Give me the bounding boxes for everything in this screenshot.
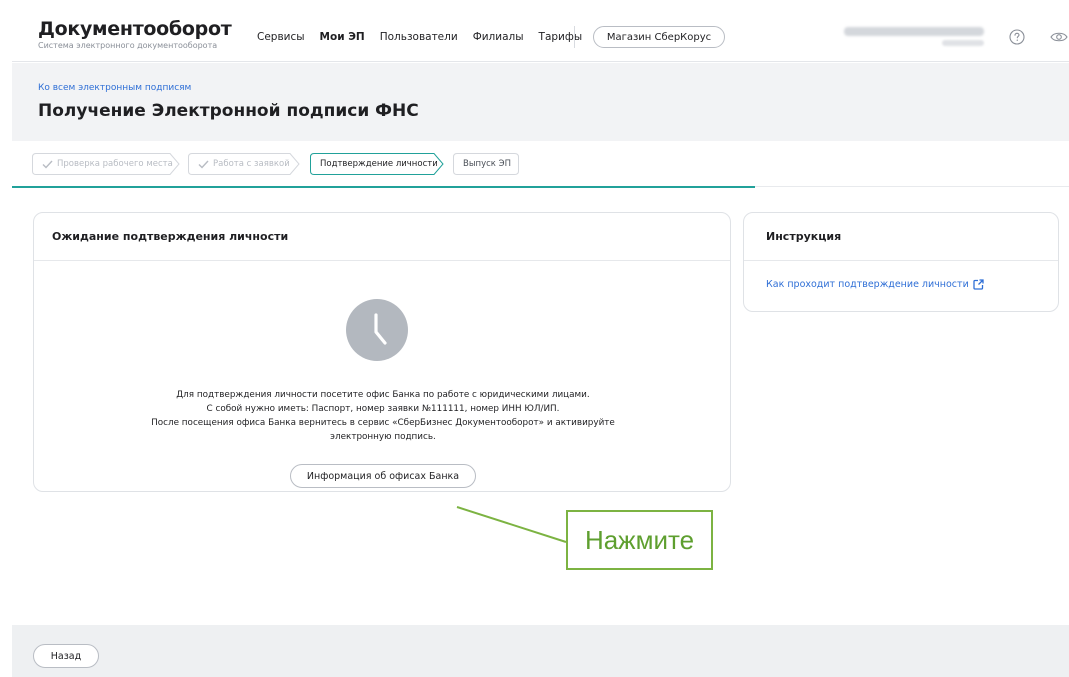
nav-item-services[interactable]: Сервисы (257, 31, 305, 43)
logo-subtitle: Система электронного документооборота (38, 41, 218, 50)
shop-button[interactable]: Магазин СберКорус (593, 26, 725, 48)
step-workplace-check[interactable]: Проверка рабочего места (32, 153, 180, 175)
card-title: Инструкция (744, 213, 1058, 261)
check-icon (198, 160, 209, 169)
nav-divider (574, 26, 575, 48)
message-line: электронную подпись. (330, 432, 436, 442)
window-top-margin (0, 0, 1069, 12)
logo-title: Документооборот (38, 18, 232, 40)
annotation-pointer-line (456, 506, 567, 543)
logo[interactable]: Документооборот Система электронного док… (38, 18, 232, 50)
external-link-icon (973, 279, 984, 290)
nav-item-tariffs[interactable]: Тарифы (539, 31, 583, 43)
question-circle-icon[interactable] (1009, 29, 1025, 45)
step-signature-issue[interactable]: Выпуск ЭП (453, 153, 519, 175)
eye-icon[interactable] (1050, 31, 1068, 43)
step-label: Подтверждение личности (320, 159, 438, 169)
step-application[interactable]: Работа с заявкой (188, 153, 300, 175)
stepper-progress-line (12, 186, 755, 188)
page-title-band: Ко всем электронным подписям Получение Э… (12, 63, 1069, 141)
message-line: С собой нужно иметь: Паспорт, номер заяв… (206, 404, 560, 414)
step-identity-confirmation[interactable]: Подтверждение личности (310, 153, 444, 175)
message-line: После посещения офиса Банка вернитесь в … (151, 418, 615, 428)
link-label: Как проходит подтверждение личности (766, 279, 969, 290)
page-title: Получение Электронной подписи ФНС (38, 101, 419, 121)
message-line: Для подтверждения личности посетите офис… (176, 390, 590, 400)
user-inn-blurred (942, 40, 984, 46)
identity-waiting-card: Ожидание подтверждения личности Для подт… (33, 212, 731, 492)
user-name-blurred[interactable] (844, 27, 984, 36)
nav-item-users[interactable]: Пользователи (380, 31, 458, 43)
bank-offices-info-button[interactable]: Информация об офисах Банка (290, 464, 476, 488)
stepper-divider (755, 186, 1069, 187)
main-nav: Сервисы Мои ЭП Пользователи Филиалы Тари… (257, 31, 582, 43)
card-title: Ожидание подтверждения личности (34, 213, 730, 261)
nav-item-branches[interactable]: Филиалы (473, 31, 524, 43)
check-icon (42, 160, 53, 169)
instruction-message: Для подтверждения личности посетите офис… (34, 388, 732, 444)
page-footer: Назад (12, 625, 1069, 677)
identity-instruction-link[interactable]: Как проходит подтверждение личности (766, 279, 984, 290)
back-to-signatures-link[interactable]: Ко всем электронным подписям (38, 83, 191, 93)
clock-icon (346, 299, 408, 361)
instruction-card: Инструкция Как проходит подтверждение ли… (743, 212, 1059, 312)
annotation-callout: Нажмите (566, 510, 713, 570)
back-button[interactable]: Назад (33, 644, 99, 668)
step-label: Выпуск ЭП (463, 159, 511, 169)
step-label: Работа с заявкой (213, 159, 290, 169)
nav-item-my-signatures[interactable]: Мои ЭП (320, 31, 365, 43)
step-label: Проверка рабочего места (57, 159, 173, 169)
app-header: Документооборот Система электронного док… (12, 12, 1069, 62)
